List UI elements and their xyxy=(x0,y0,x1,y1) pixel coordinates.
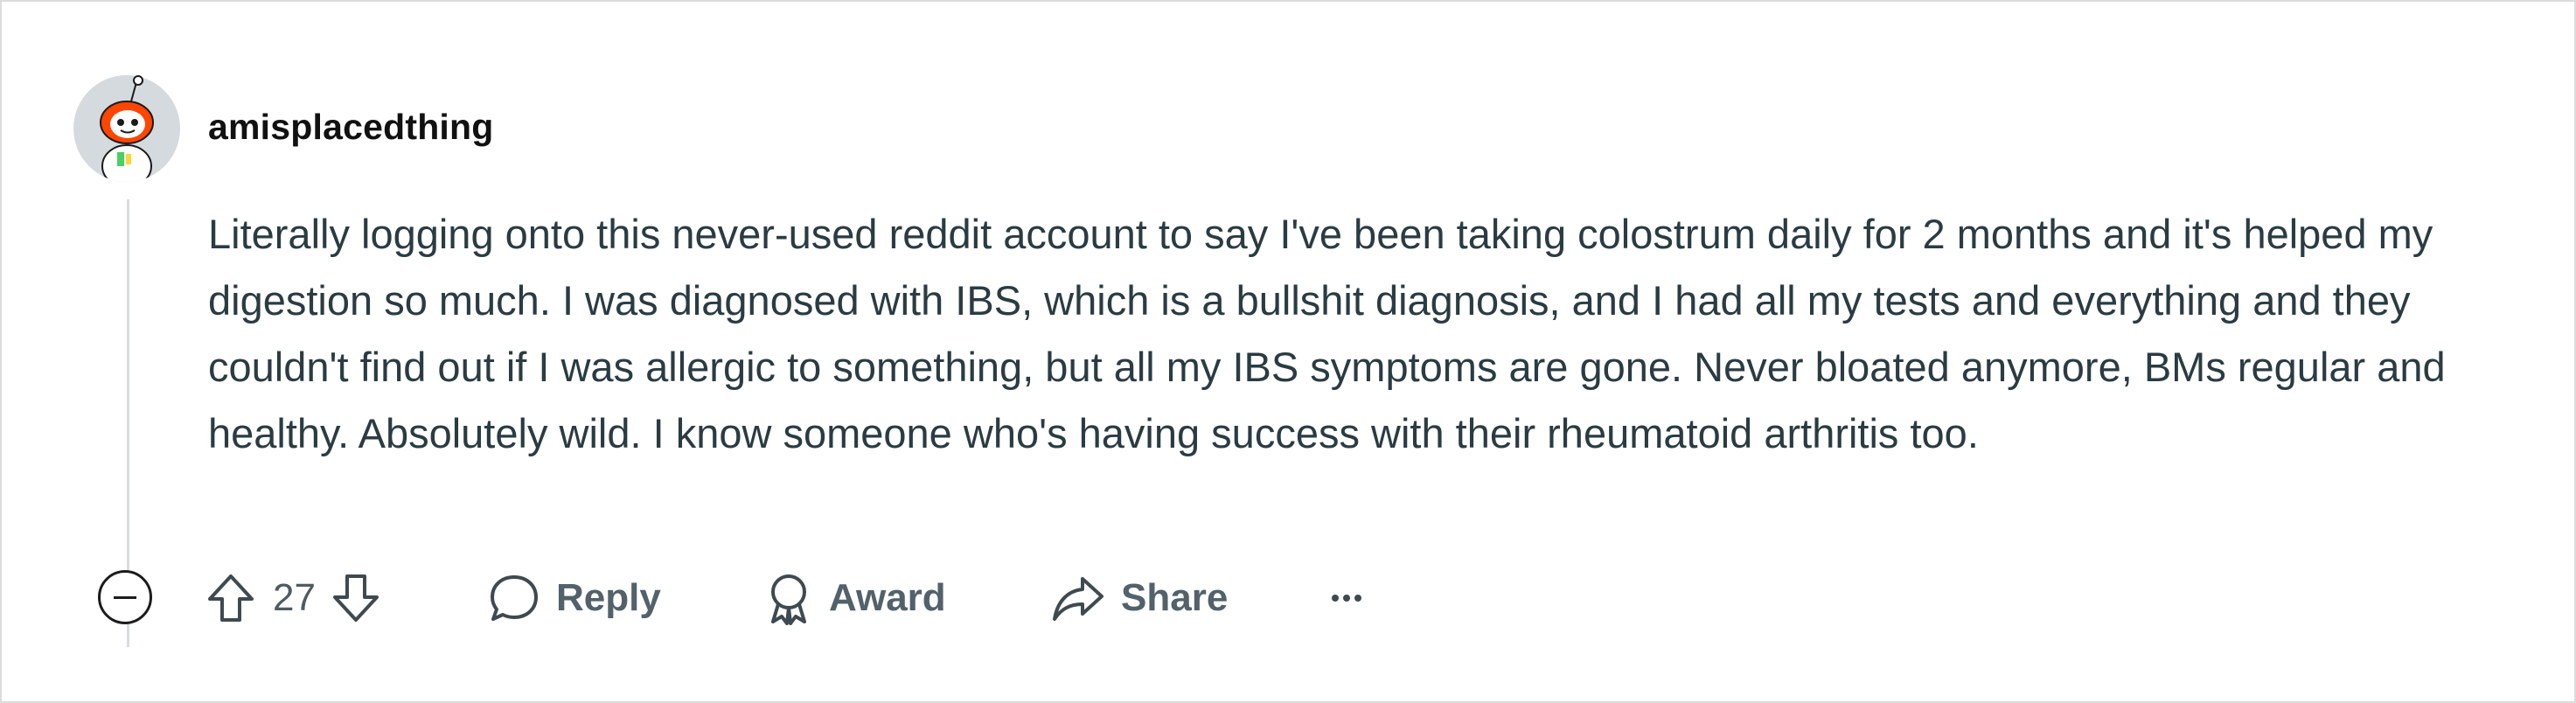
downvote-arrow-icon xyxy=(332,574,379,622)
vote-score: 27 xyxy=(273,576,316,619)
upvote-button[interactable] xyxy=(206,572,255,624)
downvote-button[interactable] xyxy=(331,572,380,624)
comment-author[interactable]: amisplacedthing xyxy=(208,107,494,148)
award-label: Award xyxy=(829,576,946,619)
speech-bubble-icon xyxy=(491,575,538,621)
comment-body: Literally logging onto this never-used r… xyxy=(208,211,2446,456)
award-button[interactable]: Award xyxy=(764,567,946,630)
share-label: Share xyxy=(1121,576,1229,619)
reply-label: Reply xyxy=(556,576,661,619)
award-ribbon-icon xyxy=(771,574,806,625)
more-dots-icon xyxy=(1329,595,1363,602)
snoo-avatar-icon xyxy=(73,75,180,182)
reply-button[interactable]: Reply xyxy=(488,567,661,630)
share-button[interactable]: Share xyxy=(1051,567,1228,630)
vote-controls: 27 xyxy=(206,567,380,630)
share-arrow-icon xyxy=(1053,577,1104,621)
avatar[interactable] xyxy=(73,75,180,182)
collapse-button[interactable] xyxy=(98,570,152,624)
upvote-arrow-icon xyxy=(208,574,254,622)
more-options-button[interactable] xyxy=(1329,567,1363,630)
collapse-minus-icon xyxy=(114,595,136,599)
